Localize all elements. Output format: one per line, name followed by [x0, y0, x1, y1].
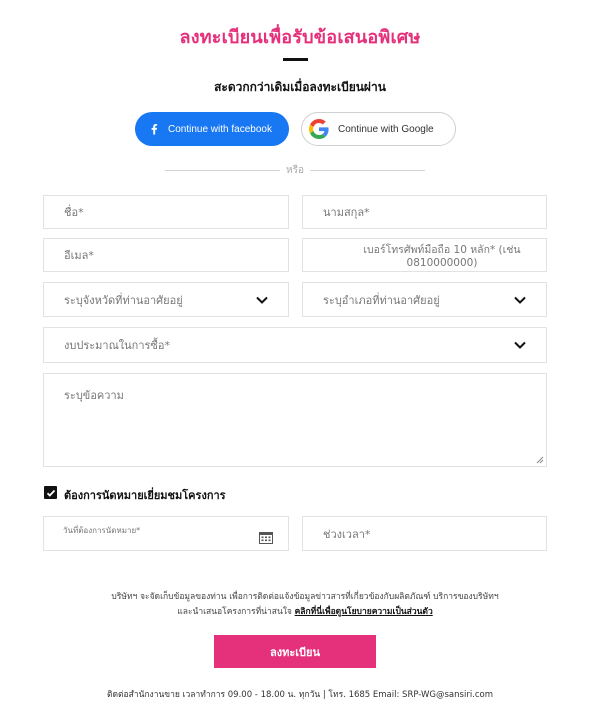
- first-name-placeholder: ชื่อ*: [64, 206, 84, 219]
- divider-left: [165, 170, 280, 171]
- date-placeholder: วันที่ต้องการนัดหมาย*: [63, 526, 141, 535]
- last-name-placeholder: นามสกุล*: [323, 206, 370, 219]
- google-icon: [309, 119, 329, 139]
- phone-placeholder: เบอร์โทรศัพท์มือถือ 10 หลัก* (เช่น 08100…: [363, 244, 521, 269]
- footer-contact: ติดต่อสำนักงานขาย เวลาทำการ 09.00 - 18.0…: [106, 690, 494, 700]
- appointment-checkbox-label[interactable]: ต้องการนัดหมายเยี่ยมชมโครงการ: [64, 486, 226, 504]
- google-login-button[interactable]: Continue with Google: [301, 112, 456, 146]
- district-select[interactable]: ระบุอำเภอที่ท่านอาศัยอยู่: [302, 282, 547, 317]
- title-divider: [283, 58, 308, 61]
- chevron-down-icon: [256, 296, 268, 304]
- budget-placeholder: งบประมาณในการซื้อ*: [64, 339, 170, 352]
- time-placeholder: ช่วงเวลา*: [323, 527, 371, 541]
- consent-line-1: บริษัทฯ จะจัดเก็บข้อมูลของท่าน เพื่อการต…: [111, 592, 499, 602]
- page-subtitle: สะดวกกว่าเดิมเมื่อลงทะเบียนผ่าน: [214, 80, 386, 94]
- consent-line-2-prefix: และนำเสนอโครงการที่น่าสนใจ: [177, 607, 292, 617]
- province-placeholder: ระบุจังหวัดที่ท่านอาศัยอยู่: [64, 293, 183, 307]
- email-placeholder: อีเมล*: [64, 249, 94, 262]
- message-placeholder: ระบุข้อความ: [64, 389, 124, 402]
- phone-input[interactable]: เบอร์โทรศัพท์มือถือ 10 หลัก* (เช่น 08100…: [302, 238, 547, 272]
- consent-text: บริษัทฯ จะจัดเก็บข้อมูลของท่าน เพื่อการต…: [60, 590, 550, 620]
- district-placeholder: ระบุอำเภอที่ท่านอาศัยอยู่: [323, 293, 440, 307]
- appointment-checkbox[interactable]: [44, 486, 57, 499]
- chevron-down-icon: [514, 296, 526, 304]
- appointment-time-input[interactable]: ช่วงเวลา*: [302, 516, 547, 551]
- checkmark-icon: [46, 489, 55, 497]
- resize-handle-icon[interactable]: [536, 456, 544, 464]
- privacy-policy-link[interactable]: คลิกที่นี่เพื่อดูนโยบายความเป็นส่วนตัว: [295, 607, 433, 617]
- google-login-label: Continue with Google: [338, 123, 434, 135]
- budget-select[interactable]: งบประมาณในการซื้อ*: [43, 327, 547, 363]
- facebook-icon: [145, 120, 163, 138]
- calendar-icon[interactable]: [259, 531, 273, 544]
- facebook-login-label: Continue with facebook: [168, 123, 272, 135]
- province-select[interactable]: ระบุจังหวัดที่ท่านอาศัยอยู่: [43, 282, 289, 317]
- consent-line-2: และนำเสนอโครงการที่น่าสนใจ คลิกที่นี่เพื…: [60, 605, 550, 620]
- facebook-login-button[interactable]: Continue with facebook: [135, 112, 289, 146]
- page-title: ลงทะเบียนเพื่อรับข้อเสนอพิเศษ: [179, 27, 421, 48]
- divider-right: [310, 170, 425, 171]
- email-input[interactable]: อีเมล*: [43, 238, 289, 272]
- message-textarea[interactable]: ระบุข้อความ: [43, 373, 547, 467]
- first-name-input[interactable]: ชื่อ*: [43, 195, 289, 229]
- chevron-down-icon: [514, 341, 526, 349]
- appointment-date-input[interactable]: วันที่ต้องการนัดหมาย*: [43, 516, 289, 551]
- or-separator-text: หรือ: [286, 165, 304, 176]
- last-name-input[interactable]: นามสกุล*: [302, 195, 547, 229]
- register-submit-button[interactable]: ลงทะเบียน: [214, 635, 376, 668]
